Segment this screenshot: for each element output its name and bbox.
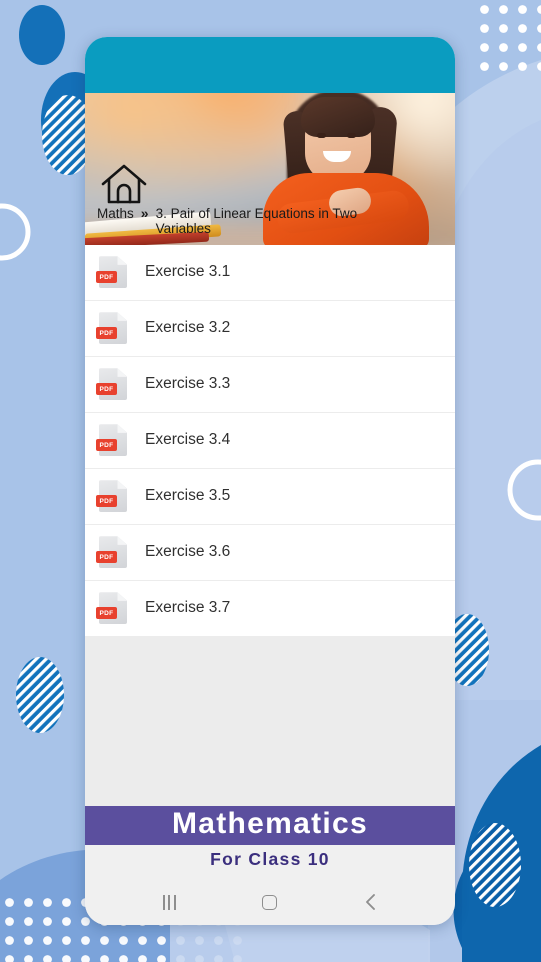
list-item[interactable]: PDF Exercise 3.7 <box>85 581 455 636</box>
app-bar <box>85 37 455 93</box>
breadcrumb: Maths » 3. Pair of Linear Equations in T… <box>97 206 404 238</box>
breadcrumb-separator-icon: » <box>140 205 149 221</box>
nav-home-button[interactable] <box>247 879 293 925</box>
list-item-label: Exercise 3.3 <box>145 375 231 393</box>
list-item[interactable]: PDF Exercise 3.5 <box>85 469 455 524</box>
pdf-file-icon: PDF <box>96 536 127 569</box>
brand-title-bar: Mathematics <box>85 806 455 845</box>
list-item-label: Exercise 3.7 <box>145 599 231 617</box>
android-nav-bar <box>85 879 455 925</box>
pdf-file-icon: PDF <box>96 592 127 625</box>
pdf-badge-label: PDF <box>96 439 117 452</box>
pdf-file-icon: PDF <box>96 368 127 401</box>
list-item[interactable]: PDF Exercise 3.6 <box>85 525 455 580</box>
brand-banner: Mathematics For Class 10 <box>85 806 455 879</box>
pdf-file-icon: PDF <box>96 256 127 289</box>
exercise-list[interactable]: PDF Exercise 3.1 PDF Exercise 3.2 PDF Ex… <box>85 245 455 806</box>
list-item[interactable]: PDF Exercise 3.1 <box>85 245 455 300</box>
pdf-badge-label: PDF <box>96 495 117 508</box>
brand-subtitle: For Class 10 <box>210 849 330 869</box>
hero-banner: Maths » 3. Pair of Linear Equations in T… <box>85 93 455 245</box>
pdf-file-icon: PDF <box>96 312 127 345</box>
list-item-label: Exercise 3.5 <box>145 487 231 505</box>
back-chevron-icon[interactable] <box>363 893 379 911</box>
pdf-badge-label: PDF <box>96 383 117 396</box>
pdf-file-icon: PDF <box>96 424 127 457</box>
pdf-badge-label: PDF <box>96 607 117 620</box>
nav-back-button[interactable] <box>348 879 394 925</box>
pdf-file-icon: PDF <box>96 480 127 513</box>
breadcrumb-current: 3. Pair of Linear Equations in Two Varia… <box>155 206 358 236</box>
nav-recents-button[interactable] <box>146 879 192 925</box>
home-square-icon[interactable] <box>262 894 278 910</box>
list-item-label: Exercise 3.6 <box>145 543 231 561</box>
list-item[interactable]: PDF Exercise 3.2 <box>85 301 455 356</box>
home-icon[interactable] <box>99 162 149 208</box>
list-item[interactable]: PDF Exercise 3.3 <box>85 357 455 412</box>
recents-icon[interactable] <box>163 894 176 910</box>
pdf-badge-label: PDF <box>96 551 117 564</box>
list-item-label: Exercise 3.1 <box>145 263 231 281</box>
pdf-badge-label: PDF <box>96 271 117 284</box>
breadcrumb-root[interactable]: Maths <box>97 206 134 221</box>
brand-title: Mathematics <box>171 807 369 840</box>
list-item-label: Exercise 3.4 <box>145 431 231 449</box>
phone-frame: Maths » 3. Pair of Linear Equations in T… <box>85 37 455 925</box>
pdf-badge-label: PDF <box>96 327 117 340</box>
list-item[interactable]: PDF Exercise 3.4 <box>85 413 455 468</box>
list-item-label: Exercise 3.2 <box>145 319 231 337</box>
